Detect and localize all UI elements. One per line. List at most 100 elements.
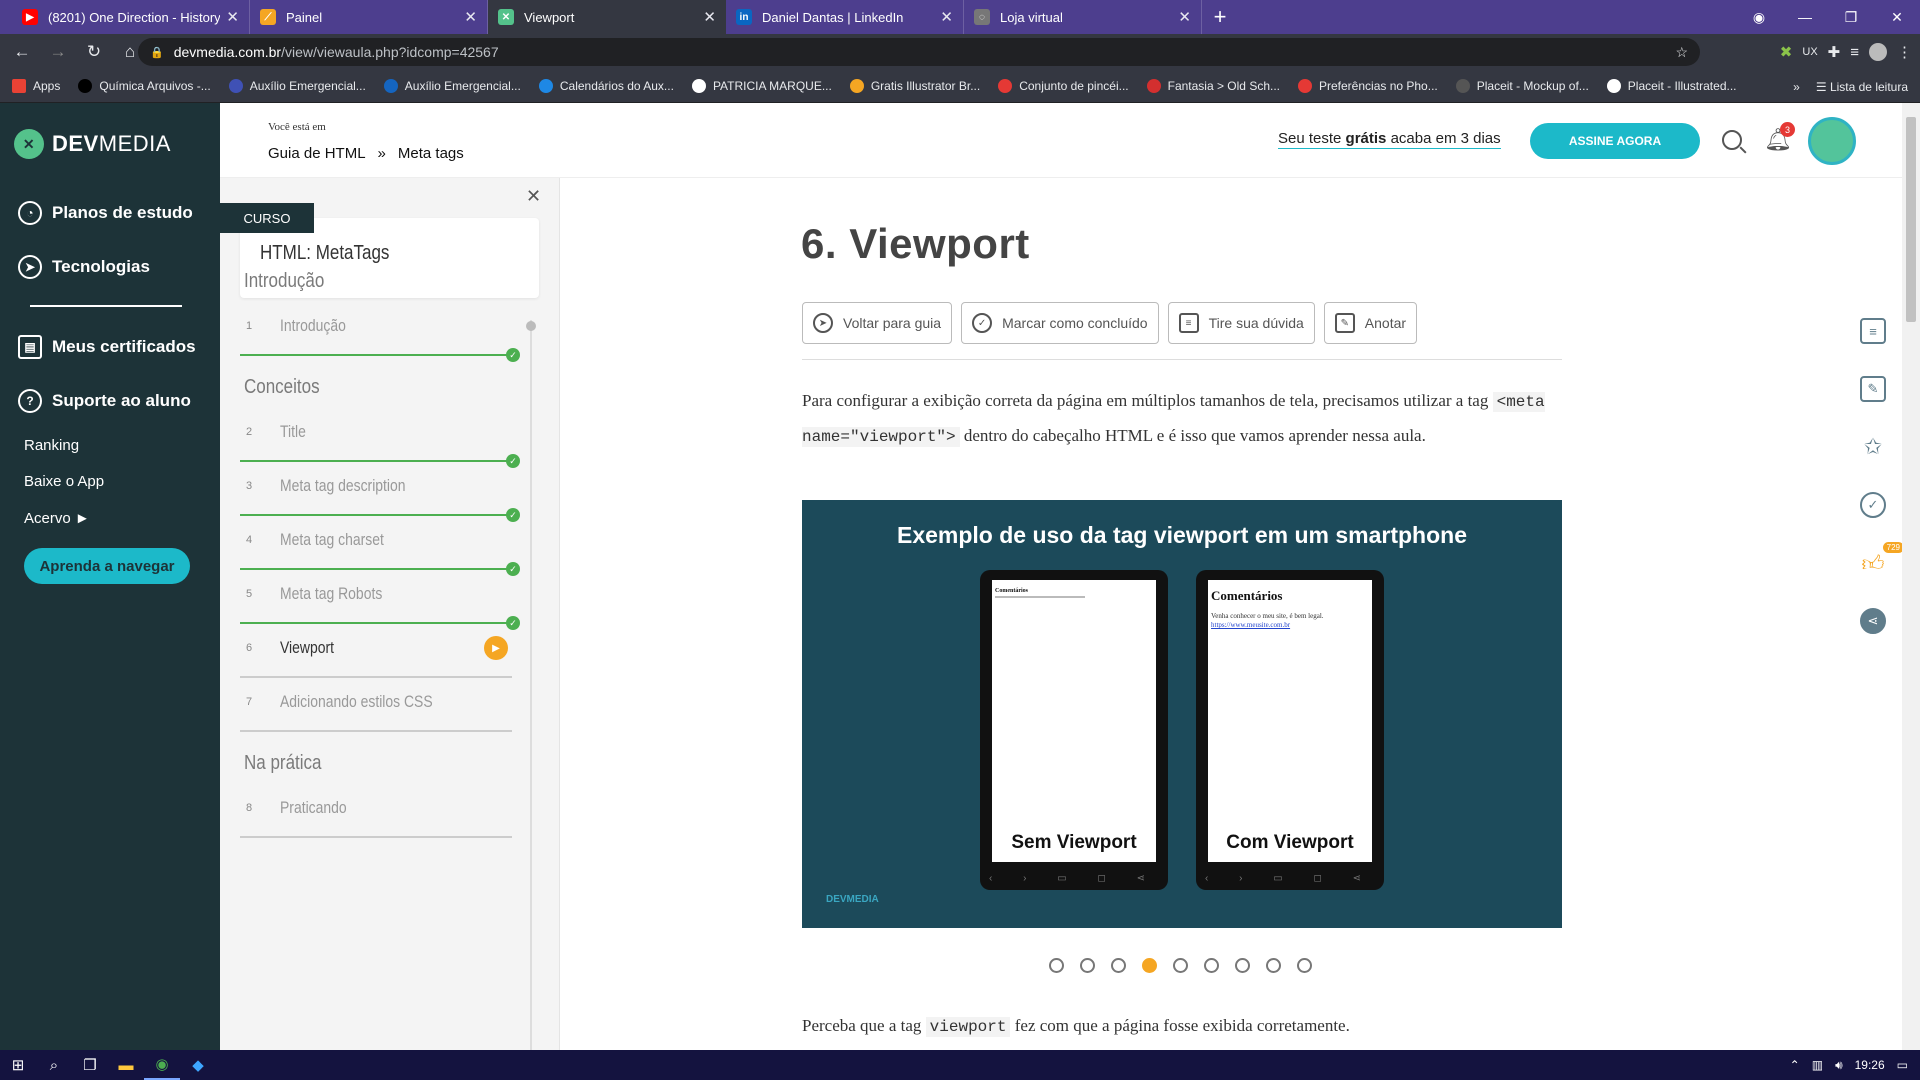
bookmark-item[interactable]: Preferências no Pho... — [1298, 79, 1438, 93]
nav-acervo[interactable]: Acervo ► — [24, 510, 90, 527]
back-icon[interactable]: ← — [8, 38, 36, 66]
devmedia-logo[interactable]: ✕ DEV MEDIA — [14, 129, 171, 159]
carousel-dot[interactable] — [1080, 958, 1095, 973]
bookmark-item[interactable]: PATRICIA MARQUE... — [691, 79, 832, 93]
new-tab-button[interactable]: + — [1202, 0, 1238, 34]
minimize-button[interactable]: — — [1782, 9, 1828, 25]
share-icon[interactable]: ⋖ — [1860, 608, 1886, 634]
bookmark-item[interactable]: Fantasia > Old Sch... — [1146, 79, 1280, 93]
carousel-dot[interactable] — [1297, 958, 1312, 973]
task-view-icon[interactable]: ❐ — [72, 1050, 108, 1080]
breadcrumb-meta-tags[interactable]: Meta tags — [398, 145, 464, 162]
url-field[interactable]: 🔒 devmedia.com.br /view/viewaula.php?idc… — [138, 38, 1700, 66]
browser-tab[interactable]: ▶ (8201) One Direction - History (C ✕ — [12, 0, 250, 34]
lesson-item[interactable]: 5 Meta tag Robots ✓ — [240, 576, 520, 630]
carousel-dot[interactable] — [1142, 958, 1157, 973]
thumbs-up-icon[interactable]: 👍︎ 729 — [1860, 542, 1902, 576]
close-panel-icon[interactable]: ✕ — [526, 186, 541, 207]
extension-icon[interactable]: ✖ — [1780, 43, 1793, 61]
scrollbar-thumb[interactable] — [1906, 117, 1916, 322]
carousel-dot[interactable] — [1266, 958, 1281, 973]
apps-shortcut[interactable]: Apps — [12, 79, 60, 93]
bookmarks-overflow-icon[interactable]: » — [1793, 80, 1800, 94]
breadcrumb-guia-html[interactable]: Guia de HTML — [268, 145, 366, 162]
kebab-menu-icon[interactable]: ⋮ — [1897, 43, 1912, 61]
nav-ranking[interactable]: Ranking — [24, 437, 79, 454]
chrome-icon[interactable]: ◉ — [144, 1050, 180, 1080]
bookmark-item[interactable]: Placeit - Illustrated... — [1606, 79, 1737, 93]
bookmark-item[interactable]: Auxílio Emergencial... — [383, 79, 521, 93]
bookmark-item[interactable]: Placeit - Mockup of... — [1455, 79, 1589, 93]
tray-chevron-icon[interactable]: ⌃ — [1790, 1058, 1800, 1072]
nav-planos-de-estudo[interactable]: ◔ Planos de estudo — [18, 201, 193, 225]
carousel-dot[interactable] — [1204, 958, 1219, 973]
nav-tecnologias[interactable]: ➤ Tecnologias — [18, 255, 150, 279]
lesson-item[interactable]: 7 Adicionando estilos CSS — [240, 684, 520, 732]
vscode-icon[interactable]: ◆ — [180, 1050, 216, 1080]
bookmark-item[interactable]: Auxílio Emergencial... — [228, 79, 366, 93]
bookmark-item[interactable]: Química Arquivos -... — [78, 79, 211, 93]
bookmark-item[interactable]: Gratis Illustrator Br... — [849, 79, 980, 93]
ask-question-button[interactable]: ≡ Tire sua dúvida — [1167, 302, 1315, 344]
browser-tab[interactable]: in Daniel Dantas | LinkedIn ✕ — [726, 0, 964, 34]
bookmark-item[interactable]: Conjunto de pincéi... — [998, 79, 1129, 93]
nav-baixe-o-app[interactable]: Baixe o App — [24, 473, 104, 490]
tab-close-icon[interactable]: ✕ — [1178, 8, 1191, 26]
tab-close-icon[interactable]: ✕ — [703, 8, 716, 26]
lesson-item[interactable]: 6 Viewport ▶ — [240, 630, 520, 678]
avatar[interactable] — [1808, 117, 1856, 165]
take-note-button[interactable]: ✎ Anotar — [1323, 302, 1418, 344]
tab-close-icon[interactable]: ✕ — [464, 8, 477, 26]
nav-suporte-ao-aluno[interactable]: ? Suporte ao aluno — [18, 389, 191, 413]
back-to-guide-button[interactable]: ➤ Voltar para guia — [802, 302, 953, 344]
search-icon[interactable]: ⌕ — [36, 1050, 72, 1080]
lesson-item[interactable]: 1 Introdução ✓ — [240, 308, 520, 362]
lesson-progress-bar — [240, 730, 512, 732]
forward-icon[interactable]: → — [44, 38, 72, 66]
reading-list-button[interactable]: ☰ Lista de leitura — [1816, 80, 1908, 94]
lesson-item[interactable]: 8 Praticando — [240, 790, 520, 838]
learn-to-navigate-button[interactable]: Aprenda a navegar — [24, 548, 190, 584]
carousel-dot[interactable] — [1049, 958, 1064, 973]
comment-icon[interactable]: ≡ — [1860, 318, 1886, 344]
profile-avatar-icon[interactable] — [1869, 43, 1887, 61]
reload-icon[interactable]: ↻ — [80, 38, 108, 66]
reading-list-icon[interactable]: ≡ — [1850, 44, 1859, 61]
browser-tab[interactable]: ✕ Viewport ✕ — [488, 0, 726, 34]
lesson-item[interactable]: 4 Meta tag charset ✓ — [240, 522, 520, 576]
extension-icon[interactable]: UX — [1802, 46, 1817, 58]
mark-complete-button[interactable]: ✓ Marcar como concluído — [961, 302, 1159, 344]
carousel-dot[interactable] — [1173, 958, 1188, 973]
browser-tab[interactable]: ⟋ Painel ✕ — [250, 0, 488, 34]
bookmark-item[interactable]: Calendários do Aux... — [538, 79, 674, 93]
notes-icon[interactable]: ✎ — [1860, 376, 1886, 402]
lesson-item[interactable]: 2 Title ✓ — [240, 414, 520, 468]
nav-meus-certificados[interactable]: ▤ Meus certificados — [18, 335, 196, 359]
network-icon[interactable]: ▥ — [1812, 1058, 1823, 1072]
browser-tab[interactable]: ◌ Loja virtual ✕ — [964, 0, 1202, 34]
close-window-button[interactable]: ✕ — [1874, 9, 1920, 26]
puzzle-icon[interactable]: ✚ — [1828, 43, 1841, 61]
bookmark-label: Preferências no Pho... — [1319, 79, 1438, 93]
trial-notice-link[interactable]: Seu teste grátis acaba em 3 dias — [1278, 130, 1501, 149]
windows-start-icon[interactable]: ⊞ — [0, 1050, 36, 1080]
phone-heading: Comentários — [995, 588, 1028, 594]
check-circle-icon[interactable]: ✓ — [1860, 492, 1886, 518]
carousel-dot[interactable] — [1111, 958, 1126, 973]
volume-icon[interactable]: 🔊︎ — [1835, 1058, 1843, 1073]
lesson-item[interactable]: 3 Meta tag description ✓ — [240, 468, 520, 522]
tab-close-icon[interactable]: ✕ — [940, 8, 953, 26]
notification-badge: 3 — [1780, 122, 1795, 137]
badge-star-icon[interactable]: ✩ — [1860, 434, 1886, 460]
subscribe-button[interactable]: ASSINE AGORA — [1530, 123, 1700, 159]
page-scrollbar[interactable] — [1902, 103, 1920, 1050]
clock[interactable]: 19:26 — [1855, 1058, 1885, 1072]
maximize-button[interactable]: ❐ — [1828, 9, 1874, 26]
carousel-dot[interactable] — [1235, 958, 1250, 973]
search-icon[interactable] — [1722, 130, 1742, 150]
file-explorer-icon[interactable]: ▬ — [108, 1050, 144, 1080]
notifications-icon[interactable]: ▭ — [1897, 1058, 1908, 1072]
profile-menu-icon[interactable]: ◉ — [1736, 9, 1782, 26]
bookmark-star-icon[interactable]: ☆ — [1675, 44, 1688, 61]
tab-close-icon[interactable]: ✕ — [226, 8, 239, 26]
